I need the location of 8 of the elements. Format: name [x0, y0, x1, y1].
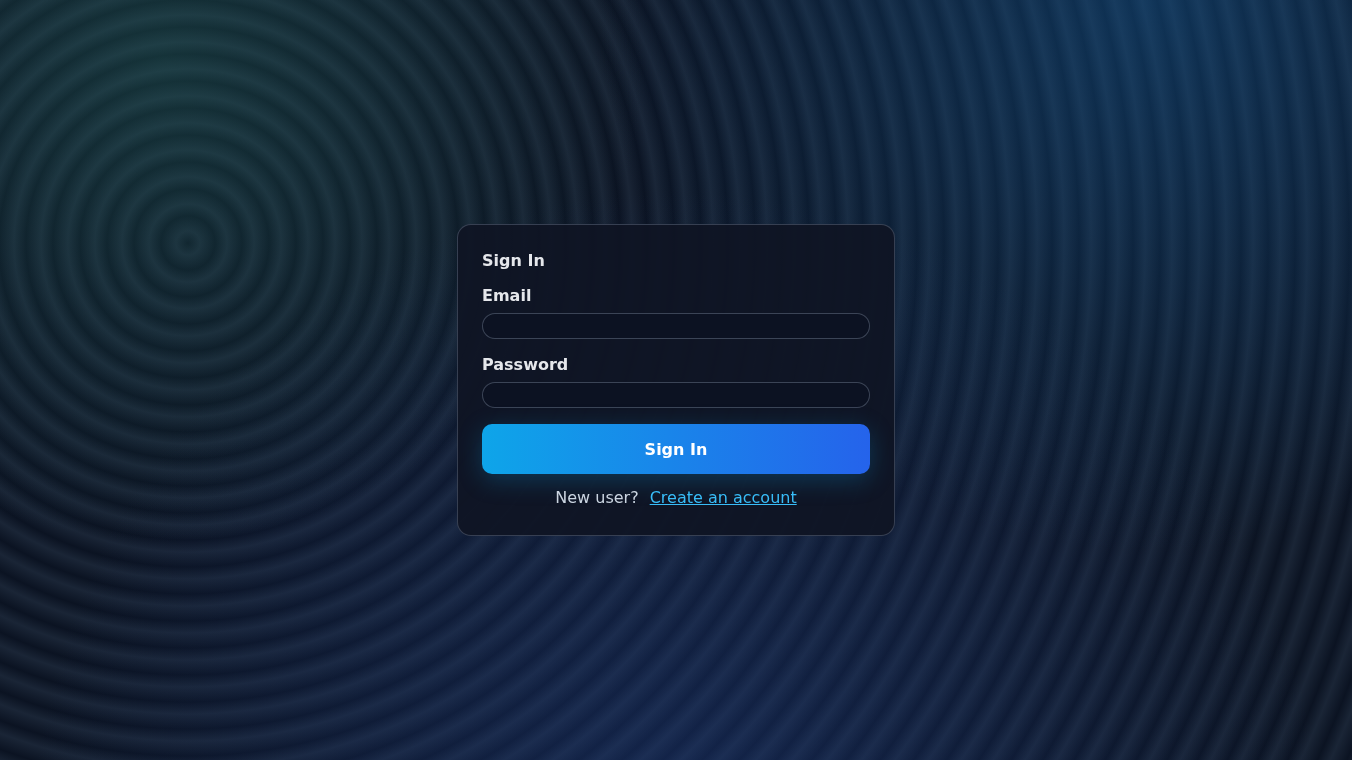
form-title: Sign In — [482, 251, 546, 270]
field-label: Email — [482, 286, 533, 305]
input-field[interactable] — [482, 382, 870, 408]
create-account-link[interactable]: Create an account — [649, 488, 797, 507]
field-label: Password — [482, 355, 570, 374]
new-user-prompt: New user? — [555, 488, 639, 507]
sign-in-button[interactable]: Sign In — [482, 424, 870, 474]
input-field[interactable] — [482, 313, 870, 339]
